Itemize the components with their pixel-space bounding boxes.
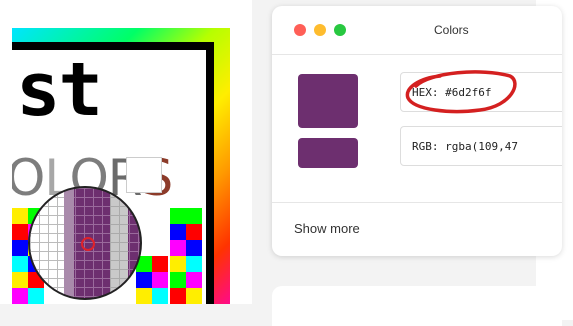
magnifier-icon[interactable]	[28, 186, 142, 300]
color-tile	[170, 240, 186, 256]
color-tile	[136, 288, 152, 304]
color-tile	[12, 256, 28, 272]
rgb-field[interactable]: RGB: rgba(109,47	[400, 126, 562, 166]
color-tile	[170, 272, 186, 288]
divider	[272, 202, 562, 203]
color-tile	[170, 288, 186, 304]
color-swatch[interactable]	[298, 74, 358, 128]
color-tile	[186, 288, 202, 304]
lower-panel	[272, 286, 562, 326]
color-tile	[12, 272, 28, 288]
color-tile	[186, 240, 202, 256]
color-tile	[186, 208, 202, 224]
color-tile	[186, 256, 202, 272]
color-tile	[152, 288, 168, 304]
color-tile	[12, 240, 28, 256]
hex-annotation-circle	[405, 70, 517, 114]
magnifier-white-area	[30, 188, 64, 298]
color-tile	[136, 272, 152, 288]
window-title: Colors	[434, 23, 469, 37]
zoom-icon[interactable]	[334, 24, 346, 36]
magnifier-gray-area	[110, 188, 128, 298]
color-tile	[186, 224, 202, 240]
color-tile	[12, 224, 28, 240]
white-sample-box	[126, 157, 162, 193]
rgb-value: RGB: rgba(109,47	[412, 140, 518, 153]
color-tile	[170, 256, 186, 272]
magnifier-target	[81, 237, 95, 251]
color-tile	[152, 256, 168, 272]
test-heading: st	[16, 50, 103, 133]
color-tile	[186, 272, 202, 288]
magnifier-edge-area	[64, 188, 74, 298]
color-tile	[152, 272, 168, 288]
close-icon[interactable]	[294, 24, 306, 36]
test-image-canvas: st OLORS	[0, 0, 252, 304]
color-swatch-secondary[interactable]	[298, 138, 358, 168]
color-tile	[170, 224, 186, 240]
color-tile	[12, 208, 28, 224]
minimize-icon[interactable]	[314, 24, 326, 36]
color-tile	[12, 288, 28, 304]
show-more-button[interactable]: Show more	[294, 221, 360, 236]
window-titlebar: Colors	[272, 6, 562, 55]
color-tile	[170, 208, 186, 224]
colors-panel: Colors HEX: #6d2f6f RGB: rgba(109,47 Sho…	[272, 6, 562, 256]
